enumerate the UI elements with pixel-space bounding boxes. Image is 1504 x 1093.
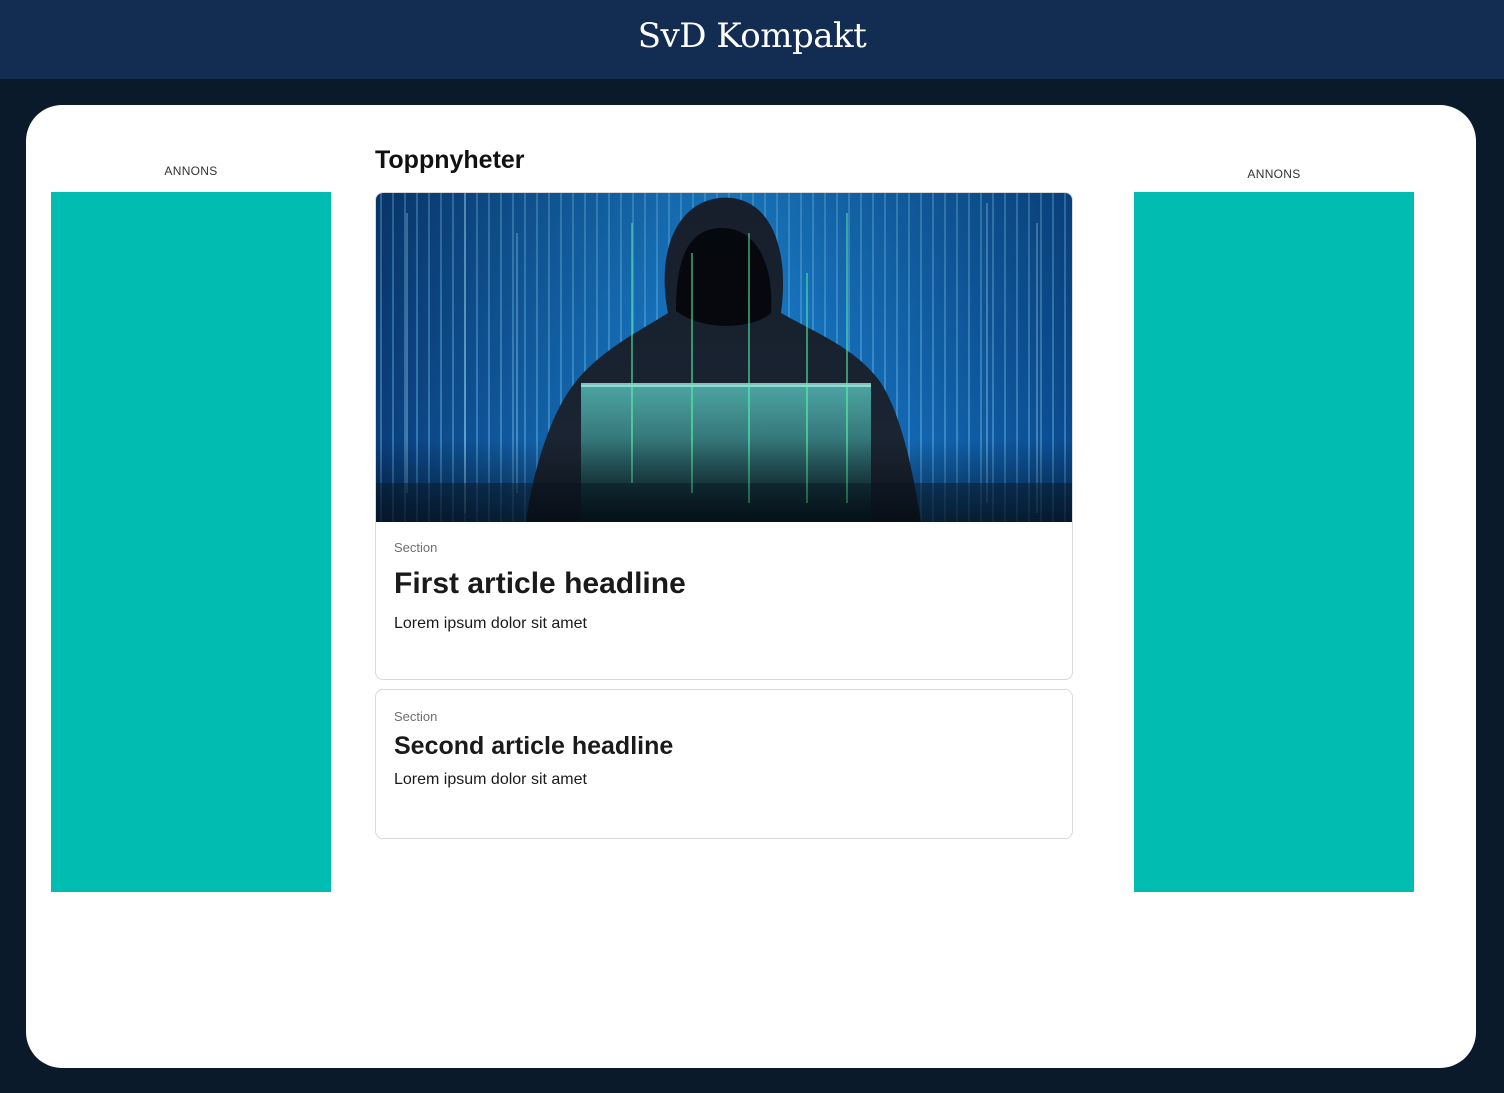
section-title: Toppnyheter bbox=[375, 146, 525, 174]
article-lede: Lorem ipsum dolor sit amet bbox=[394, 771, 587, 788]
article-image bbox=[376, 193, 1072, 522]
article-headline[interactable]: First article headline bbox=[394, 567, 1054, 601]
article-section: Section bbox=[394, 540, 438, 555]
ad-label-right: ANNONS bbox=[1247, 167, 1301, 181]
brand-logo[interactable]: SvD Kompakt bbox=[638, 16, 867, 56]
content-panel: ANNONS Toppnyheter Section First article… bbox=[26, 105, 1476, 1068]
article-section: Section bbox=[394, 709, 438, 724]
article-card[interactable]: Section Second article headline Lorem ip… bbox=[375, 689, 1073, 839]
article-lede: Lorem ipsum dolor sit amet bbox=[394, 615, 587, 632]
ad-slot-right[interactable] bbox=[1134, 192, 1414, 892]
article-headline[interactable]: Second article headline bbox=[394, 732, 1054, 761]
article-card[interactable]: Section First article headline Lorem ips… bbox=[375, 192, 1073, 680]
ad-label-left: ANNONS bbox=[164, 164, 218, 178]
ad-slot-left[interactable] bbox=[51, 192, 331, 892]
site-header: SvD Kompakt bbox=[0, 0, 1504, 79]
